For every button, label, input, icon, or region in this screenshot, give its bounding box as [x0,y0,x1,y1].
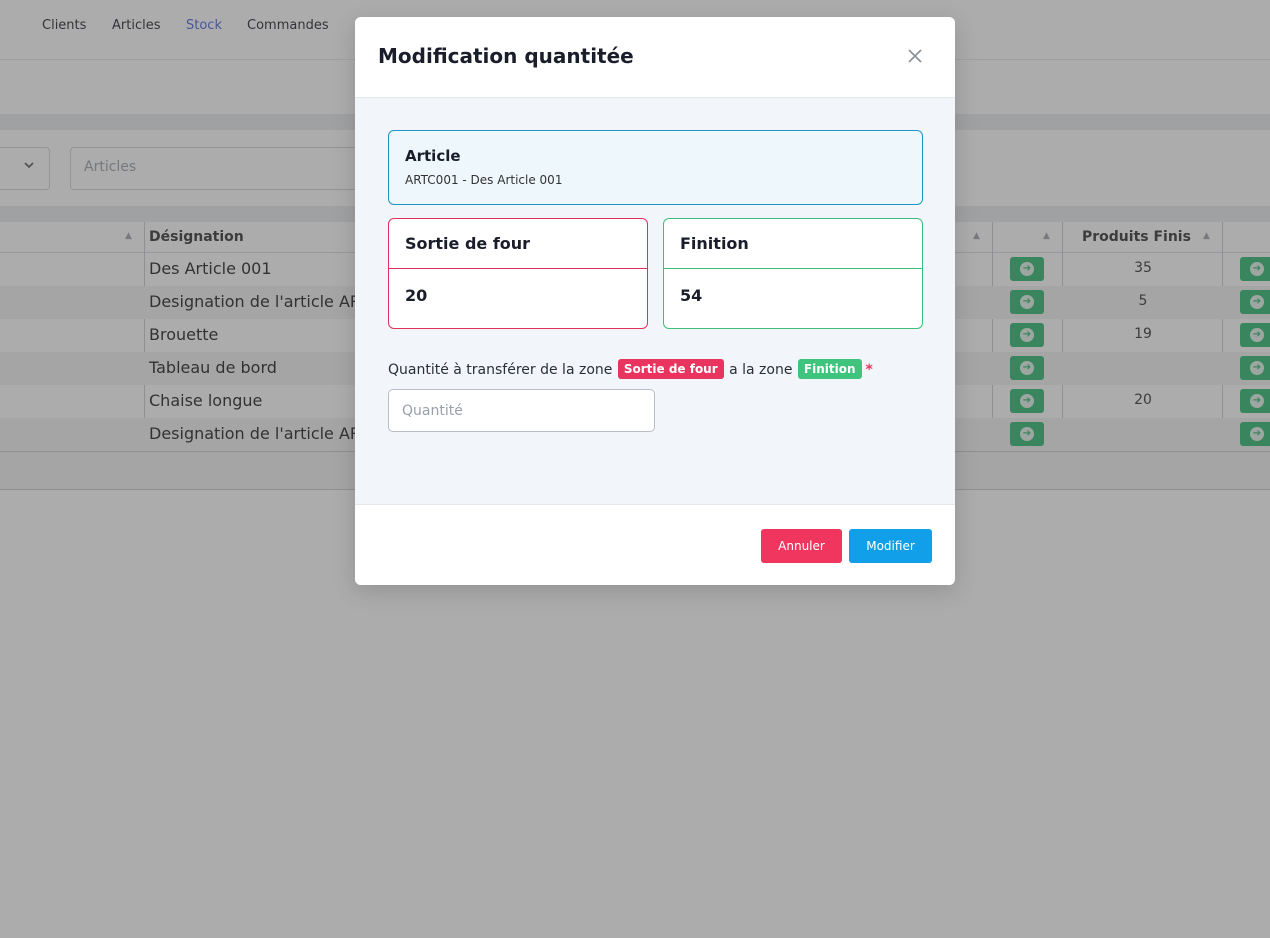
source-zone-card: Sortie de four 20 [388,218,648,329]
target-zone-card: Finition 54 [663,218,923,329]
quantity-input[interactable] [388,389,655,432]
modal-header: Modification quantitée [355,17,955,98]
quantity-modal: Modification quantitée Article ARTC001 -… [355,17,955,585]
target-zone-header: Finition [664,219,922,269]
source-zone-badge: Sortie de four [617,359,724,379]
submit-button[interactable]: Modifier [849,529,932,563]
modal-footer: Annuler Modifier [355,504,955,585]
close-icon [908,49,922,63]
required-marker: * [865,362,873,378]
source-zone-header: Sortie de four [389,219,647,269]
transfer-label: Quantité à transférer de la zone Sortie … [388,359,873,380]
cancel-button[interactable]: Annuler [761,529,842,563]
target-zone-name: Finition [680,234,749,253]
modal-title: Modification quantitée [378,44,634,68]
source-zone-name: Sortie de four [405,234,531,253]
article-value: ARTC001 - Des Article 001 [405,173,563,187]
article-info-card: Article ARTC001 - Des Article 001 [388,130,923,205]
transfer-text-before: Quantité à transférer de la zone [388,362,613,378]
article-label: Article [405,147,461,165]
source-zone-quantity: 20 [405,286,428,305]
transfer-text-middle: a la zone [729,362,793,378]
close-button[interactable] [904,45,926,67]
target-zone-badge: Finition [797,359,862,379]
target-zone-quantity: 54 [680,286,703,305]
